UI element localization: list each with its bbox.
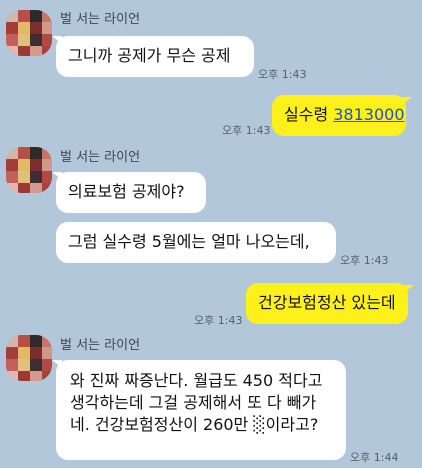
message-bubble-outgoing[interactable]: 실수령 3813000 xyxy=(272,95,406,136)
message-bubble[interactable]: 그럼 실수령 5월에는 얼마 나오는데, xyxy=(56,222,336,263)
message-bubble[interactable]: 와 진짜 짜증난다. 월급도 450 적다고 생각하는데 그걸 공제해서 또 다… xyxy=(56,360,346,460)
avatar[interactable] xyxy=(6,10,52,56)
message-time: 오후 1:44 xyxy=(350,451,399,464)
phone-number-link[interactable]: 3813000 xyxy=(333,105,404,124)
avatar[interactable] xyxy=(6,335,52,381)
sender-name: 벌 서는 라이언 xyxy=(60,12,141,27)
chat-room: 벌 서는 라이언 그니까 공제가 무슨 공제 오후 1:43 오후 1:43 실… xyxy=(0,0,422,468)
avatar[interactable] xyxy=(6,147,52,193)
message-time: 오후 1:43 xyxy=(194,314,243,327)
message-time: 오후 1:43 xyxy=(222,124,271,137)
sender-name: 벌 서는 라이언 xyxy=(60,338,141,353)
message-bubble[interactable]: 의료보험 공제야? xyxy=(56,172,206,213)
message-time: 오후 1:43 xyxy=(258,68,307,81)
bubble-tail xyxy=(404,285,414,293)
message-bubble-outgoing[interactable]: 건강보험정산 있는데 xyxy=(246,283,408,324)
sender-name: 벌 서는 라이언 xyxy=(60,150,141,165)
message-time: 오후 1:43 xyxy=(340,254,389,267)
bubble-tail xyxy=(402,97,412,105)
message-bubble[interactable]: 그니까 공제가 무슨 공제 xyxy=(56,36,254,77)
message-text: 실수령 xyxy=(284,105,334,124)
